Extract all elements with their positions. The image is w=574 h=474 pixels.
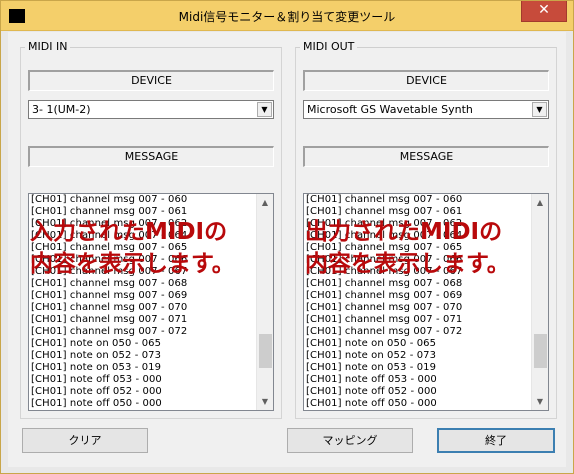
midi-out-scrollbar[interactable]: ▲ ▼ [531,194,548,410]
app-window: Midi信号モニター＆割り当て変更ツール ✕ MIDI IN DEVICE 3-… [0,0,574,474]
list-item[interactable]: [CH01] channel msg 007 - 061 [306,206,530,218]
scroll-down-arrow-icon[interactable]: ▼ [257,393,273,410]
list-item[interactable]: [CH01] note off 052 - 000 [31,386,255,398]
list-item[interactable]: [CH01] channel msg 007 - 062 [31,218,255,230]
chevron-down-icon[interactable]: ▼ [257,102,272,117]
title-bar[interactable]: Midi信号モニター＆割り当て変更ツール ✕ [1,1,573,31]
midi-out-message-list[interactable]: [CH01] channel msg 007 - 060 [CH01] chan… [303,193,549,411]
midi-in-device-select[interactable]: 3- 1(UM-2) ▼ [28,100,274,119]
midi-out-device-select[interactable]: Microsoft GS Wavetable Synth ▼ [303,100,549,119]
list-item[interactable]: [CH01] channel msg 007 - 066 [306,254,530,266]
list-item[interactable]: [CH01] channel msg 007 - 064 [31,230,255,242]
list-item[interactable]: [CH01] channel msg 007 - 067 [31,266,255,278]
midi-out-group: MIDI OUT DEVICE Microsoft GS Wavetable S… [295,40,557,419]
midi-in-group: MIDI IN DEVICE 3- 1(UM-2) ▼ MESSAGE [CH0… [20,40,282,419]
list-item[interactable]: [CH01] note on 050 - 065 [306,338,530,350]
midi-out-device-value: Microsoft GS Wavetable Synth [307,103,473,116]
scroll-down-arrow-icon[interactable]: ▼ [532,393,548,410]
list-item[interactable]: [CH01] channel msg 007 - 071 [31,314,255,326]
clear-button[interactable]: クリア [22,428,148,453]
chevron-down-icon[interactable]: ▼ [532,102,547,117]
close-icon: ✕ [538,2,550,18]
list-item[interactable]: [CH01] channel msg 007 - 069 [31,290,255,302]
list-item[interactable]: [CH01] channel msg 007 - 065 [306,242,530,254]
list-item[interactable]: [CH01] note off 050 - 000 [306,398,530,410]
midi-in-rows: [CH01] channel msg 007 - 060 [CH01] chan… [31,194,255,410]
list-item[interactable]: [CH01] channel msg 007 - 072 [306,326,530,338]
midi-in-device-value: 3- 1(UM-2) [32,103,91,116]
midi-in-device-label: DEVICE [28,70,274,91]
list-item[interactable]: [CH01] note off 053 - 000 [31,374,255,386]
list-item[interactable]: [CH01] channel msg 007 - 062 [306,218,530,230]
list-item[interactable]: [CH01] channel msg 007 - 067 [306,266,530,278]
list-item[interactable]: [CH01] channel msg 007 - 072 [31,326,255,338]
scroll-up-arrow-icon[interactable]: ▲ [257,194,273,211]
list-item[interactable]: [CH01] channel msg 007 - 070 [306,302,530,314]
list-item[interactable]: [CH01] channel msg 007 - 066 [31,254,255,266]
list-item[interactable]: [CH01] channel msg 007 - 071 [306,314,530,326]
scroll-thumb[interactable] [259,334,272,368]
list-item[interactable]: [CH01] channel msg 007 - 068 [31,278,255,290]
exit-button[interactable]: 終了 [437,428,555,453]
list-item[interactable]: [CH01] note off 053 - 000 [306,374,530,386]
list-item[interactable]: [CH01] note off 052 - 000 [306,386,530,398]
list-item[interactable]: [CH01] channel msg 007 - 070 [31,302,255,314]
close-button[interactable]: ✕ [521,1,567,22]
window-title: Midi信号モニター＆割り当て変更ツール [178,10,396,24]
list-item[interactable]: [CH01] note on 050 - 065 [31,338,255,350]
midi-out-message-label: MESSAGE [303,146,549,167]
list-item[interactable]: [CH01] channel msg 007 - 065 [31,242,255,254]
list-item[interactable]: [CH01] channel msg 007 - 069 [306,290,530,302]
midi-out-group-label: MIDI OUT [300,40,358,53]
list-item[interactable]: [CH01] channel msg 007 - 060 [31,194,255,206]
list-item[interactable]: [CH01] note on 053 - 019 [306,362,530,374]
list-item[interactable]: [CH01] note off 050 - 000 [31,398,255,410]
midi-in-scrollbar[interactable]: ▲ ▼ [256,194,273,410]
client-area: MIDI IN DEVICE 3- 1(UM-2) ▼ MESSAGE [CH0… [8,32,566,467]
midi-out-rows: [CH01] channel msg 007 - 060 [CH01] chan… [306,194,530,410]
mapping-button[interactable]: マッピング [287,428,413,453]
midi-in-message-label: MESSAGE [28,146,274,167]
midi-out-device-label: DEVICE [303,70,549,91]
midi-in-group-label: MIDI IN [25,40,71,53]
list-item[interactable]: [CH01] channel msg 007 - 061 [31,206,255,218]
scroll-up-arrow-icon[interactable]: ▲ [532,194,548,211]
list-item[interactable]: [CH01] channel msg 007 - 064 [306,230,530,242]
list-item[interactable]: [CH01] channel msg 007 - 068 [306,278,530,290]
list-item[interactable]: [CH01] note on 052 - 073 [306,350,530,362]
scroll-thumb[interactable] [534,334,547,368]
list-item[interactable]: [CH01] note on 052 - 073 [31,350,255,362]
midi-in-message-list[interactable]: [CH01] channel msg 007 - 060 [CH01] chan… [28,193,274,411]
list-item[interactable]: [CH01] note on 053 - 019 [31,362,255,374]
list-item[interactable]: [CH01] channel msg 007 - 060 [306,194,530,206]
